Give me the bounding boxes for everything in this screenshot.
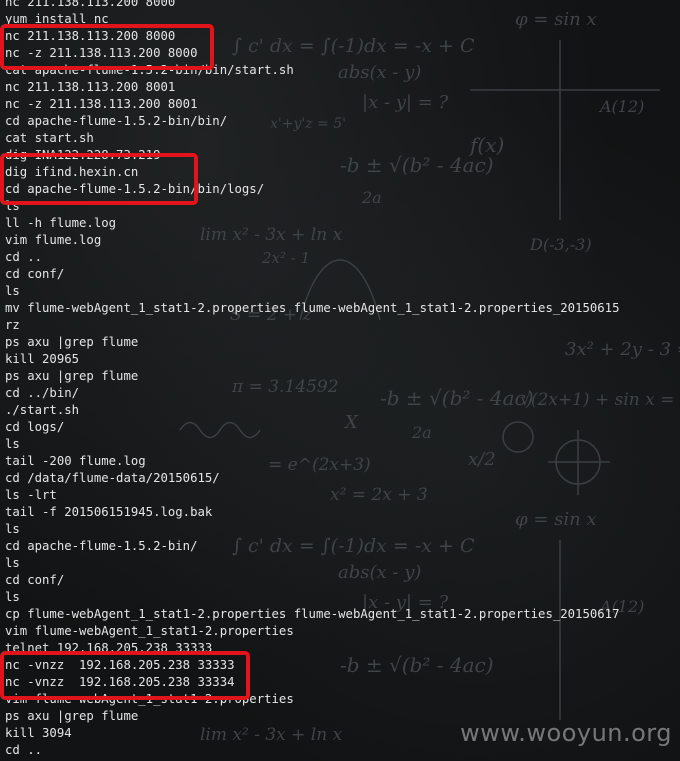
command-line: ls (5, 199, 20, 213)
watermark: www.wooyun.org (460, 719, 672, 747)
command-line: cd /data/flume-data/20150615/ (5, 471, 220, 485)
command-line: rz (5, 318, 20, 332)
command-line: tail -f 201506151945.log.bak (5, 505, 213, 519)
terminal-window[interactable]: ∫ c' dx = ∫(-1)dx = -x + C abs(x - y) |x… (0, 0, 680, 761)
command-line: vim flume.log (5, 233, 102, 247)
command-line: ls (5, 556, 20, 570)
command-line: cd ../bin/ (5, 386, 80, 400)
command-line: dig INA122.228.73.219 (5, 148, 161, 162)
command-history[interactable]: nc 211.138.113.200 8000 yum install nc n… (5, 0, 619, 759)
command-line: cd apache-flume-1.5.2-bin/bin/logs/ (5, 182, 265, 196)
command-line: cd .. (5, 250, 43, 264)
command-line: cat start.sh (5, 131, 94, 145)
command-line: nc 211.138.113.200 8000 (5, 0, 176, 9)
command-line: cd logs/ (5, 420, 65, 434)
command-line: tail -200 flume.log (5, 454, 146, 468)
command-line: vim flume-webAgent_1_stat1-2.properties (5, 624, 294, 638)
command-line: nc -vnzz 192.168.205.238 33334 (5, 675, 235, 689)
command-line: cd apache-flume-1.5.2-bin/ (5, 539, 198, 553)
command-line: ls -lrt (5, 488, 57, 502)
command-line: kill 20965 (5, 352, 80, 366)
command-line: dig ifind.hexin.cn (5, 165, 139, 179)
command-line: nc 211.138.113.200 8000 (5, 29, 176, 43)
command-line: ls (5, 590, 20, 604)
command-line: cd conf/ (5, 267, 65, 281)
command-line: cp flume-webAgent_1_stat1-2.properties f… (5, 607, 620, 621)
command-line: mv flume-webAgent_1_stat1-2.properties f… (5, 301, 620, 315)
command-line: nc -z 211.138.113.200 8000 (5, 46, 198, 60)
command-line: ./start.sh (5, 403, 80, 417)
command-line: ll -h flume.log (5, 216, 117, 230)
command-line: telnet 192.168.205.238 33333 (5, 641, 213, 655)
command-line: vim flume-webAgent_1_stat1-2.properties (5, 692, 294, 706)
command-line: ps axu |grep flume (5, 369, 139, 383)
command-line: cd conf/ (5, 573, 65, 587)
command-line: nc 211.138.113.200 8001 (5, 80, 176, 94)
command-line: cd apache-flume-1.5.2-bin/bin/ (5, 114, 228, 128)
command-line: ls (5, 522, 20, 536)
command-line: ls (5, 284, 20, 298)
command-line: cat apache-flume-1.5.2-bin/bin/start.sh (5, 63, 294, 77)
command-line: ls (5, 437, 20, 451)
command-line: nc -vnzz 192.168.205.238 33333 (5, 658, 235, 672)
command-line: ps axu |grep flume (5, 335, 139, 349)
command-line: yum install nc (5, 12, 109, 26)
command-line: nc -z 211.138.113.200 8001 (5, 97, 198, 111)
